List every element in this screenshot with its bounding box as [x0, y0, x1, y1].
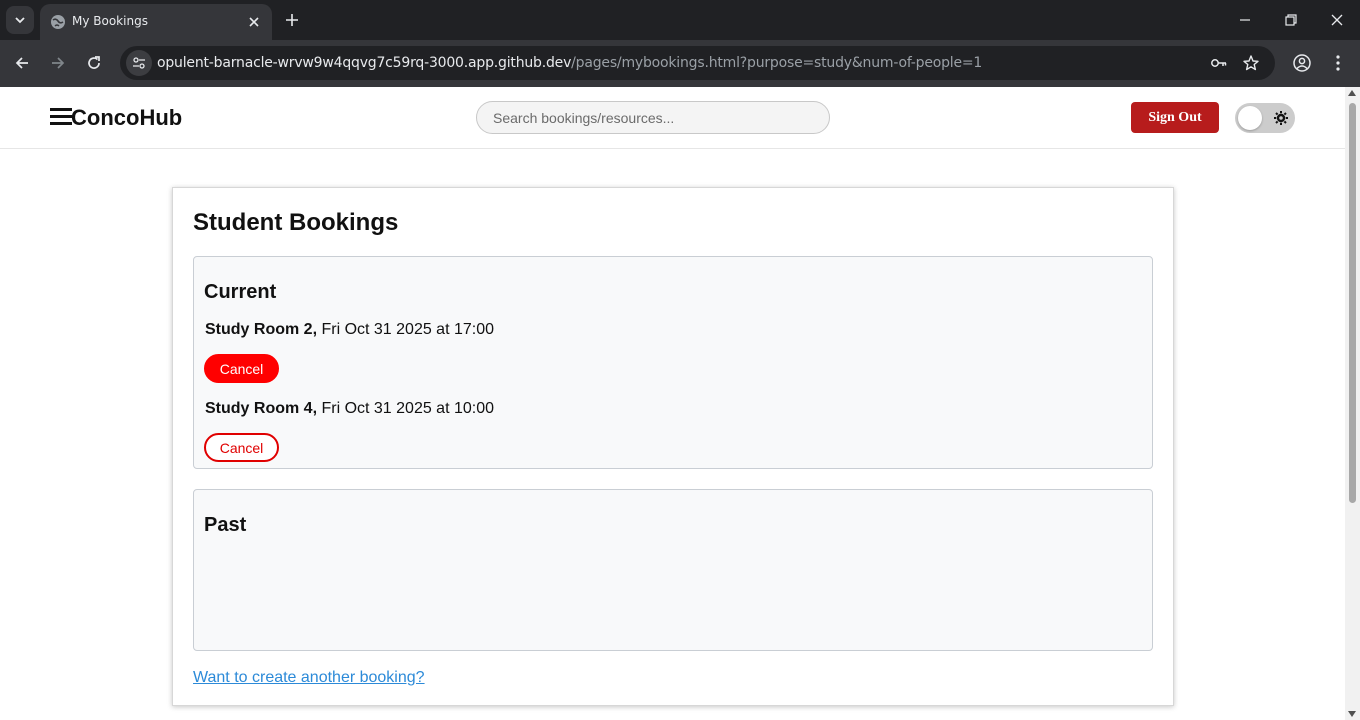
key-icon[interactable]	[1210, 54, 1228, 72]
booking-datetime: Fri Oct 31 2025 at 17:00	[317, 321, 495, 338]
booking-room: Study Room 4,	[205, 400, 318, 417]
page-title: Student Bookings	[193, 209, 399, 236]
forward-arrow-icon[interactable]	[48, 53, 68, 73]
browser-toolbar: opulent-barnacle-wrvw9w4qqvg7c59rq-3000.…	[0, 40, 1360, 87]
site-header: ConcoHub Sign Out	[0, 87, 1345, 149]
page-viewport: ConcoHub Sign Out Student Bookings Curre…	[0, 87, 1345, 720]
search-input[interactable]	[476, 101, 830, 134]
scroll-up-arrow-icon[interactable]	[1348, 90, 1356, 96]
address-bar[interactable]: opulent-barnacle-wrvw9w4qqvg7c59rq-3000.…	[120, 46, 1275, 80]
reload-icon[interactable]	[84, 53, 104, 73]
sun-gear-icon	[1274, 111, 1288, 125]
cancel-booking-button[interactable]: Cancel	[204, 354, 279, 383]
current-section-title: Current	[204, 281, 277, 303]
hamburger-menu-icon[interactable]	[50, 108, 72, 126]
url-host: opulent-barnacle-wrvw9w4qqvg7c59rq-3000.…	[157, 55, 572, 71]
brand-logo-text[interactable]: ConcoHub	[71, 105, 182, 131]
page-scrollbar[interactable]	[1345, 87, 1360, 720]
sign-out-button[interactable]: Sign Out	[1131, 102, 1219, 133]
bookmark-star-icon[interactable]	[1242, 54, 1260, 72]
booking-room: Study Room 2,	[205, 321, 318, 338]
profile-icon[interactable]	[1292, 53, 1312, 73]
create-booking-link[interactable]: Want to create another booking?	[193, 669, 425, 687]
booking-item: Study Room 2, Fri Oct 31 2025 at 17:00	[205, 321, 494, 339]
theme-toggle[interactable]	[1235, 103, 1295, 133]
booking-datetime: Fri Oct 31 2025 at 10:00	[317, 400, 495, 417]
cancel-booking-button[interactable]: Cancel	[204, 433, 279, 462]
booking-item: Study Room 4, Fri Oct 31 2025 at 10:00	[205, 400, 494, 418]
past-section-title: Past	[204, 514, 247, 536]
bookings-card: Student Bookings Current Study Room 2, F…	[172, 187, 1174, 706]
toggle-knob	[1238, 106, 1262, 130]
chevron-down-icon	[15, 17, 25, 24]
tune-icon	[133, 57, 145, 69]
scrollbar-thumb[interactable]	[1349, 103, 1356, 503]
browser-tab-bar: My Bookings	[0, 0, 1360, 40]
past-bookings-section: Past	[193, 489, 1153, 651]
window-close-icon[interactable]	[1328, 11, 1346, 29]
site-info-button[interactable]	[126, 50, 152, 76]
tab-title: My Bookings	[72, 14, 148, 28]
url-path: /pages/mybookings.html?purpose=study&num…	[571, 55, 983, 71]
globe-icon	[51, 15, 65, 29]
browser-tab-active[interactable]: My Bookings	[40, 4, 272, 40]
minimize-icon[interactable]	[1236, 11, 1254, 29]
current-bookings-section: Current Study Room 2, Fri Oct 31 2025 at…	[193, 256, 1153, 469]
kebab-menu-icon[interactable]	[1328, 53, 1348, 73]
scroll-down-arrow-icon[interactable]	[1348, 711, 1356, 717]
new-tab-plus-icon[interactable]	[282, 10, 302, 30]
back-arrow-icon[interactable]	[12, 53, 32, 73]
restore-icon[interactable]	[1282, 11, 1300, 29]
tab-search-button[interactable]	[6, 6, 34, 34]
url-text: opulent-barnacle-wrvw9w4qqvg7c59rq-3000.…	[157, 55, 982, 71]
close-icon[interactable]	[246, 14, 262, 30]
